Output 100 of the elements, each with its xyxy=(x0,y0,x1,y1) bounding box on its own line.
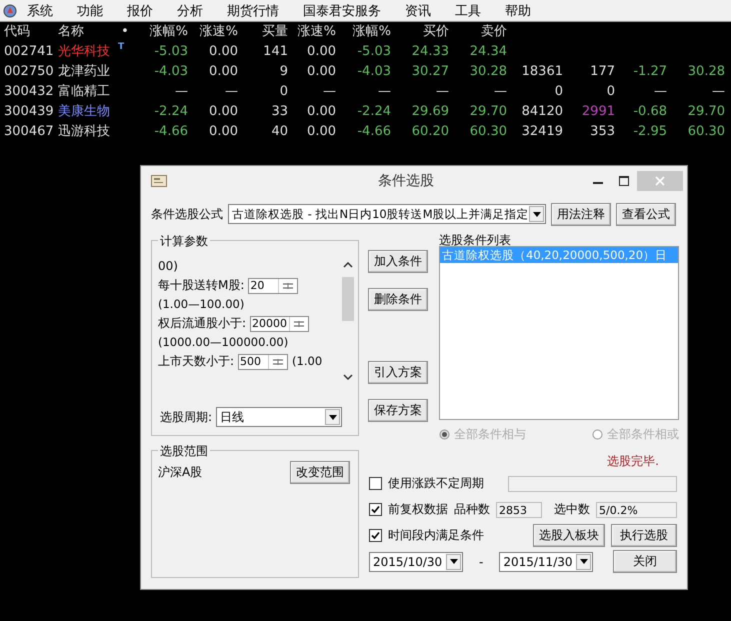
caret-icon[interactable] xyxy=(325,409,340,425)
table-cell: — xyxy=(378,84,391,99)
column-header[interactable]: 涨速% xyxy=(188,22,238,42)
date-dropdown[interactable]: 2015/11/30 xyxy=(499,552,594,572)
status-text: 选股完毕. xyxy=(606,453,660,470)
table-cell: 0.00 xyxy=(307,64,336,79)
window-icon xyxy=(151,175,167,187)
formula-button[interactable]: 用法注释 xyxy=(551,202,611,226)
stock-name: 富临精工 xyxy=(58,84,110,99)
menu-item[interactable]: 分析 xyxy=(177,2,203,20)
table-cell: — xyxy=(175,84,188,99)
param-label: 每十股送转M股: xyxy=(158,278,244,292)
table-cell: -4.66 xyxy=(357,124,391,139)
range-text: (1.00 xyxy=(292,353,322,370)
action-button[interactable]: 删除条件 xyxy=(368,288,428,311)
column-header[interactable]: 涨幅% xyxy=(132,22,188,42)
formula-button[interactable]: 查看公式 xyxy=(616,202,676,226)
group-title: 选股范围 xyxy=(158,443,210,460)
table-cell: 177 xyxy=(590,64,615,79)
menu-item[interactable]: 报价 xyxy=(127,2,153,20)
table-cell: 0 xyxy=(606,84,615,99)
radio-label: 全部条件相或 xyxy=(607,426,679,443)
table-cell: 32419 xyxy=(522,124,563,139)
menu-item[interactable]: 国泰君安服务 xyxy=(303,2,381,20)
range-text: (1.00—100.00) xyxy=(158,296,244,313)
table-cell: -5.03 xyxy=(357,44,391,59)
group-title: 计算参数 xyxy=(158,233,210,250)
option-label: 时间段内满足条件 xyxy=(388,527,484,544)
table-cell: 60.30 xyxy=(688,124,725,139)
run-button[interactable]: 执行选股 xyxy=(611,524,677,547)
table-cell: — xyxy=(225,84,238,99)
caret-icon[interactable] xyxy=(576,554,592,570)
column-header[interactable]: 涨速% xyxy=(288,22,336,42)
caret-icon[interactable] xyxy=(446,554,461,570)
marker-header[interactable]: • xyxy=(121,24,129,39)
change-scope-button[interactable]: 改变范围 xyxy=(290,461,350,484)
column-header[interactable]: 买量 xyxy=(238,22,288,42)
table-cell: 29.70 xyxy=(688,104,725,119)
tag-mark: T xyxy=(118,42,124,52)
menu-item[interactable]: 期货行情 xyxy=(227,2,279,20)
param-label: 上市天数小于: xyxy=(158,354,234,368)
table-cell: 84120 xyxy=(522,104,563,119)
column-header[interactable]: 名称 xyxy=(58,22,118,42)
selected-count-field: 5/0.2% xyxy=(596,502,677,518)
option-checkbox[interactable] xyxy=(369,503,382,516)
table-cell: 141 xyxy=(263,44,288,59)
table-cell: 0.00 xyxy=(209,124,238,139)
column-header[interactable]: 涨幅% xyxy=(336,22,391,42)
option-checkbox[interactable] xyxy=(369,477,382,490)
table-cell: -5.03 xyxy=(154,44,188,59)
table-cell: 300467 xyxy=(4,124,54,139)
table-cell: 40 xyxy=(271,124,288,139)
table-cell: 60.30 xyxy=(470,124,507,139)
spin-field[interactable]: 20000 xyxy=(250,316,310,332)
table-cell: 60.20 xyxy=(412,124,449,139)
option-checkbox[interactable] xyxy=(369,529,382,542)
period-label: 选股周期: xyxy=(160,408,212,426)
param-label: 权后流通股小于: xyxy=(158,316,246,330)
table-cell: 300439 xyxy=(4,104,54,119)
action-button[interactable]: 保存方案 xyxy=(368,399,428,422)
table-cell: -2.95 xyxy=(633,124,667,139)
menu-item[interactable]: 系统 xyxy=(27,2,53,20)
table-cell: -4.66 xyxy=(154,124,188,139)
option-label: 前复权数据 xyxy=(388,501,448,518)
scrollbar-thumb[interactable] xyxy=(342,277,354,321)
period-dropdown[interactable]: 日线 xyxy=(216,407,342,427)
add-to-block-button[interactable]: 选股入板块 xyxy=(533,524,605,547)
spin-field[interactable]: 500 xyxy=(238,354,288,370)
table-cell: 29.69 xyxy=(412,104,449,119)
table-cell: 30.27 xyxy=(412,64,449,79)
table-cell: 2991 xyxy=(582,104,615,119)
menu-item[interactable]: 资讯 xyxy=(405,2,431,20)
column-header[interactable]: 买价 xyxy=(391,22,449,42)
menu-item[interactable]: 帮助 xyxy=(505,2,531,20)
date-dropdown[interactable]: 2015/10/30 xyxy=(369,552,463,572)
table-cell: -1.27 xyxy=(633,64,667,79)
table-cell: 002741 xyxy=(4,44,54,59)
menu-item[interactable]: 工具 xyxy=(455,2,481,20)
count-label: 品种数 xyxy=(454,501,490,518)
table-cell: 0.00 xyxy=(209,104,238,119)
formula-dropdown[interactable]: 古道除权选股 - 找出N日内10股转送M股以上并满足指定 xyxy=(228,204,546,224)
column-header[interactable]: 代码 xyxy=(4,22,58,42)
action-button[interactable]: 引入方案 xyxy=(368,361,428,384)
menu-item[interactable]: 功能 xyxy=(77,2,103,20)
formula-label: 条件选股公式 xyxy=(151,206,223,222)
close-dialog-button[interactable]: 关闭 xyxy=(613,550,677,573)
app-logo-icon[interactable] xyxy=(3,4,17,18)
option-label: 使用涨跌不定周期 xyxy=(388,475,484,492)
column-header[interactable]: 卖价 xyxy=(449,22,507,42)
table-cell: 30.28 xyxy=(688,64,725,79)
action-button[interactable]: 加入条件 xyxy=(368,250,428,273)
spin-field[interactable]: 20 xyxy=(248,278,298,294)
selected-label: 选中数 xyxy=(554,501,590,518)
maximize-icon[interactable] xyxy=(619,176,629,186)
date-separator: - xyxy=(479,554,484,568)
table-cell: 9 xyxy=(280,64,288,79)
period-field[interactable] xyxy=(508,476,677,492)
caret-icon[interactable] xyxy=(529,206,544,222)
table-cell: -2.24 xyxy=(154,104,188,119)
range-text: 00) xyxy=(158,258,179,275)
